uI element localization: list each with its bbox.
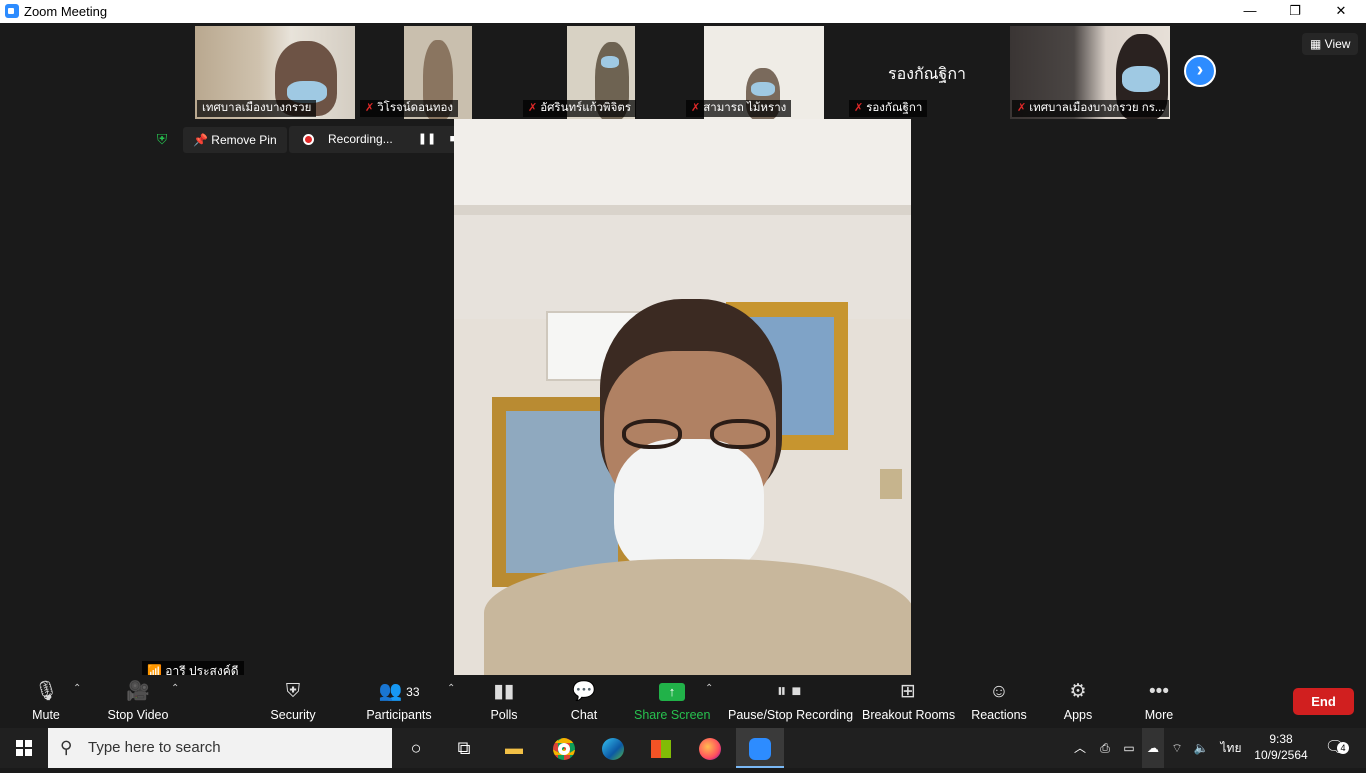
meeting-toolbar: 🎙 Mute ⌃ 🎥 Stop Video ⌃ ⛨ Security 👥 33 Parti… bbox=[0, 675, 1366, 728]
microphone-icon: 🎙 bbox=[33, 681, 59, 702]
task-view-icon[interactable]: ⧉ bbox=[440, 728, 488, 768]
restore-button[interactable]: ❐ bbox=[1272, 0, 1318, 23]
participant-name: เทศบาลเมืองบางกรวย bbox=[197, 100, 317, 117]
video-camera-icon: 🎥 bbox=[126, 681, 150, 702]
clock-time: 9:38 bbox=[1269, 732, 1293, 746]
pause-stop-icon: ⏸ ⏹ bbox=[776, 681, 802, 702]
notifications-icon[interactable]: 🗨 4 bbox=[1320, 728, 1350, 768]
end-meeting-button[interactable]: End bbox=[1293, 688, 1354, 715]
chrome-icon[interactable] bbox=[540, 728, 588, 768]
participant-avatar-name: รองกัณฐิกา bbox=[887, 66, 967, 83]
pinned-video bbox=[454, 119, 911, 675]
next-page-button[interactable]: › bbox=[1184, 55, 1216, 87]
cortana-icon[interactable]: ○ bbox=[392, 728, 440, 768]
video-options-caret[interactable]: ⌃ bbox=[171, 683, 179, 694]
participants-button[interactable]: 👥 33 Participants bbox=[362, 675, 436, 728]
ellipsis-icon: ••• bbox=[1149, 681, 1169, 702]
volume-icon[interactable]: 🔈 bbox=[1190, 728, 1212, 768]
participant-thumbnail[interactable]: ✗ วิโรจน์ดอนทอง bbox=[358, 26, 518, 119]
store-icon[interactable] bbox=[637, 728, 685, 768]
participant-thumbnail[interactable]: รองกัณฐิกา ✗ รองกัณฐิกา bbox=[847, 26, 1007, 119]
recording-indicator: Recording... ❚❚ ■ bbox=[289, 126, 467, 153]
participant-name: ✗ วิโรจน์ดอนทอง bbox=[360, 100, 458, 117]
muted-mic-icon: ✗ bbox=[1017, 102, 1027, 114]
close-button[interactable]: ✕ bbox=[1318, 0, 1364, 23]
participant-name: ✗ รองกัณฐิกา bbox=[849, 100, 928, 117]
recording-label: Recording... bbox=[328, 132, 393, 146]
taskbar-search-input[interactable]: ⚲ Type here to search bbox=[48, 728, 392, 768]
zoom-taskbar-icon[interactable] bbox=[736, 728, 784, 768]
minimize-button[interactable]: — bbox=[1227, 0, 1273, 23]
remove-pin-button[interactable]: 📌 Remove Pin bbox=[183, 127, 287, 153]
taskbar-clock[interactable]: 9:38 10/9/2564 bbox=[1250, 731, 1312, 763]
participant-name: ✗ สามารถ ไม้หราง bbox=[686, 100, 792, 117]
participant-thumbnail[interactable]: ✗ เทศบาลเมืองบางกรวย กร... bbox=[1010, 26, 1170, 119]
participants-count: 33 bbox=[406, 685, 420, 699]
chat-button[interactable]: 💬 Chat bbox=[560, 675, 608, 728]
participants-icon: 👥 33 bbox=[378, 681, 420, 702]
firefox-icon[interactable] bbox=[686, 728, 734, 768]
windows-taskbar: ⚲ Type here to search ○ ⧉ ▬ ︿ ⎙ ▭ ☁ ⌔ 🔈 … bbox=[0, 728, 1366, 768]
mute-button[interactable]: 🎙 Mute bbox=[20, 675, 72, 728]
audio-options-caret[interactable]: ⌃ bbox=[73, 683, 81, 694]
notification-count: 4 bbox=[1337, 742, 1349, 754]
meet-now-icon[interactable]: ⎙ bbox=[1094, 728, 1116, 768]
search-icon: ⚲ bbox=[60, 738, 73, 757]
view-button[interactable]: ▦ View bbox=[1302, 33, 1359, 55]
window-title: Zoom Meeting bbox=[24, 4, 108, 19]
smiley-icon: ☺ bbox=[989, 681, 1009, 702]
pin-icon: 📌 bbox=[193, 133, 212, 147]
meeting-stage: เทศบาลเมืองบางกรวย ✗ วิโรจน์ดอนทอง ✗ อัศริ… bbox=[0, 23, 1366, 681]
security-button[interactable]: ⛨ Security bbox=[263, 675, 323, 728]
bar-chart-icon: ▮▮ bbox=[493, 681, 515, 702]
window-titlebar: Zoom Meeting — ❐ ✕ bbox=[0, 0, 1366, 23]
stop-video-button[interactable]: 🎥 Stop Video bbox=[102, 675, 174, 728]
wifi-icon[interactable]: ⌔ bbox=[1166, 728, 1188, 768]
participant-name: ✗ เทศบาลเมืองบางกรวย กร... bbox=[1012, 100, 1169, 117]
polls-button[interactable]: ▮▮ Polls bbox=[480, 675, 528, 728]
shield-check-icon[interactable]: ⛨ bbox=[152, 129, 172, 149]
edge-icon[interactable] bbox=[589, 728, 637, 768]
chat-bubble-icon: 💬 bbox=[572, 681, 596, 702]
participant-thumbnail[interactable]: เทศบาลเมืองบางกรวย bbox=[195, 26, 355, 119]
file-explorer-icon[interactable]: ▬ bbox=[490, 728, 538, 768]
share-screen-button[interactable]: ↑ Share Screen bbox=[634, 675, 710, 728]
grid-icon: ⊞ bbox=[900, 681, 916, 702]
breakout-rooms-button[interactable]: ⊞ Breakout Rooms bbox=[862, 675, 955, 728]
participant-thumbnail[interactable]: ✗ อัศรินทร์แก้วพิจิตร bbox=[521, 26, 681, 119]
participant-thumbnail[interactable]: ✗ สามารถ ไม้หราง bbox=[684, 26, 844, 119]
apps-button[interactable]: ⚙ Apps bbox=[1058, 675, 1098, 728]
windows-logo-icon bbox=[16, 740, 32, 756]
more-button[interactable]: ••• More bbox=[1138, 675, 1180, 728]
apps-icon: ⚙ bbox=[1069, 681, 1087, 702]
share-arrow-icon: ↑ bbox=[634, 675, 710, 705]
muted-mic-icon: ✗ bbox=[854, 102, 864, 114]
reactions-button[interactable]: ☺ Reactions bbox=[970, 675, 1028, 728]
zoom-logo-icon bbox=[5, 4, 19, 18]
battery-icon[interactable]: ▭ bbox=[1118, 728, 1140, 768]
input-language[interactable]: ไทย bbox=[1216, 728, 1246, 768]
grid-icon: ▦ bbox=[1310, 37, 1325, 51]
muted-mic-icon: ✗ bbox=[528, 102, 538, 114]
show-hidden-icons[interactable]: ︿ bbox=[1070, 728, 1090, 768]
start-button[interactable] bbox=[0, 728, 48, 768]
muted-mic-icon: ✗ bbox=[691, 102, 701, 114]
pause-recording-button[interactable]: ❚❚ bbox=[415, 126, 439, 153]
recording-dot-icon bbox=[303, 134, 314, 145]
shield-icon: ⛨ bbox=[285, 681, 301, 702]
share-options-caret[interactable]: ⌃ bbox=[705, 683, 713, 694]
muted-mic-icon: ✗ bbox=[365, 102, 375, 114]
clock-date: 10/9/2564 bbox=[1254, 748, 1308, 762]
participants-options-caret[interactable]: ⌃ bbox=[447, 683, 455, 694]
participant-name: ✗ อัศรินทร์แก้วพิจิตร bbox=[523, 100, 637, 117]
pause-stop-recording-button[interactable]: ⏸ ⏹ Pause/Stop Recording bbox=[728, 675, 853, 728]
onedrive-icon[interactable]: ☁ bbox=[1142, 728, 1164, 768]
